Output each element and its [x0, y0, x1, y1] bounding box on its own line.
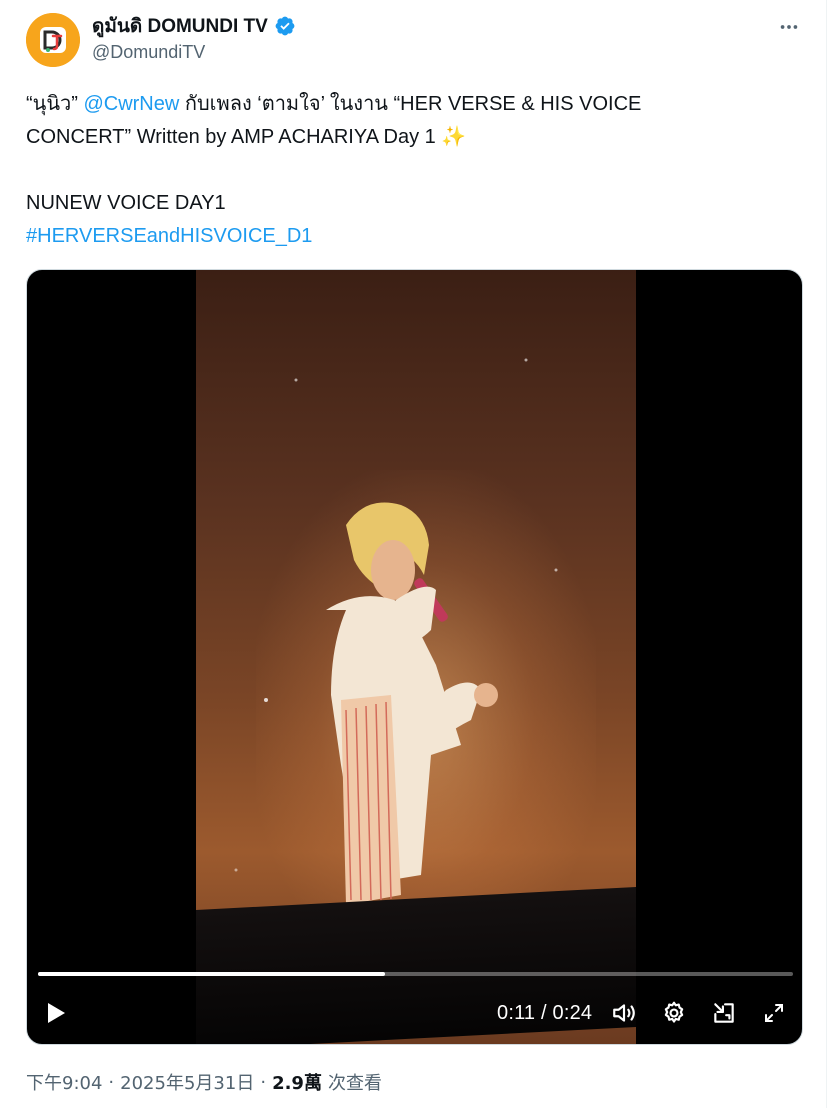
meta-separator: · [260, 1071, 267, 1093]
post-date[interactable]: 2025年5月31日 [120, 1069, 254, 1095]
video-player[interactable]: 0:11 / 0:24 [26, 269, 803, 1045]
tweet-text: “นุนิว” @CwrNew กับเพลง ‘ตามใจ’ ในงาน “H… [26, 88, 796, 253]
more-options-button[interactable] [774, 12, 804, 42]
tweet-text-line-2: CONCERT” Written by AMP ACHARIYA Day 1 ✨ [26, 121, 796, 154]
video-time: 0:11 / 0:24 [497, 1002, 592, 1025]
current-time: 0:11 [497, 1002, 536, 1024]
tweet-text-line-1: “นุนิว” @CwrNew กับเพลง ‘ตามใจ’ ในงาน “H… [26, 88, 796, 121]
settings-button[interactable] [659, 998, 689, 1028]
volume-icon [613, 1004, 635, 1022]
tweet-card: ดูมันดิ DOMUNDI TV @DomundiTV “นุนิว” @C… [0, 0, 827, 1108]
gear-icon [664, 1001, 684, 1023]
tweet-text-line-4: NUNEW VOICE DAY1 [26, 192, 226, 214]
hashtag-link[interactable]: #HERVERSEandHISVOICE_D1 [26, 220, 796, 253]
video-controls: 0:11 / 0:24 [27, 990, 802, 1040]
author-name[interactable]: ดูมันดิ DOMUNDI TV [92, 11, 268, 41]
time-separator: / [535, 1002, 553, 1024]
text-segment: CONCERT” Written by AMP ACHARIYA Day 1 [26, 126, 442, 148]
views-count: 2.9萬 [272, 1073, 322, 1094]
play-button[interactable] [41, 998, 71, 1028]
text-segment: “นุนิว” [26, 93, 84, 115]
more-horizontal-icon [780, 25, 798, 29]
sparkles-emoji: ✨ [441, 126, 467, 148]
meta-separator: · [108, 1071, 115, 1093]
avatar[interactable] [26, 13, 80, 67]
mention-link[interactable]: @CwrNew [83, 93, 179, 115]
domundi-logo-icon [26, 13, 80, 67]
duration: 0:24 [552, 1002, 593, 1024]
tweet-meta: 下午9:04 · 2025年5月31日 · 2.9萬 次查看 [26, 1069, 382, 1095]
views-label: 次查看 [327, 1073, 382, 1094]
author-handle[interactable]: @DomundiTV [92, 42, 205, 63]
volume-button[interactable] [609, 998, 639, 1028]
post-time[interactable]: 下午9:04 [26, 1069, 102, 1095]
fullscreen-button[interactable] [759, 998, 789, 1028]
video-frame[interactable] [196, 270, 636, 1044]
text-segment: กับเพลง ‘ตามใจ’ ในงาน “HER VERSE & HIS V… [179, 93, 642, 115]
play-icon [48, 1003, 65, 1023]
picture-in-picture-button[interactable] [709, 998, 739, 1028]
video-progress-fill [38, 972, 386, 976]
picture-in-picture-icon [714, 1003, 734, 1023]
author-name-row[interactable]: ดูมันดิ DOMUNDI TV [92, 14, 296, 38]
fullscreen-icon [765, 1004, 783, 1022]
video-progress-bar[interactable] [38, 972, 793, 976]
verified-badge-icon [275, 16, 295, 36]
